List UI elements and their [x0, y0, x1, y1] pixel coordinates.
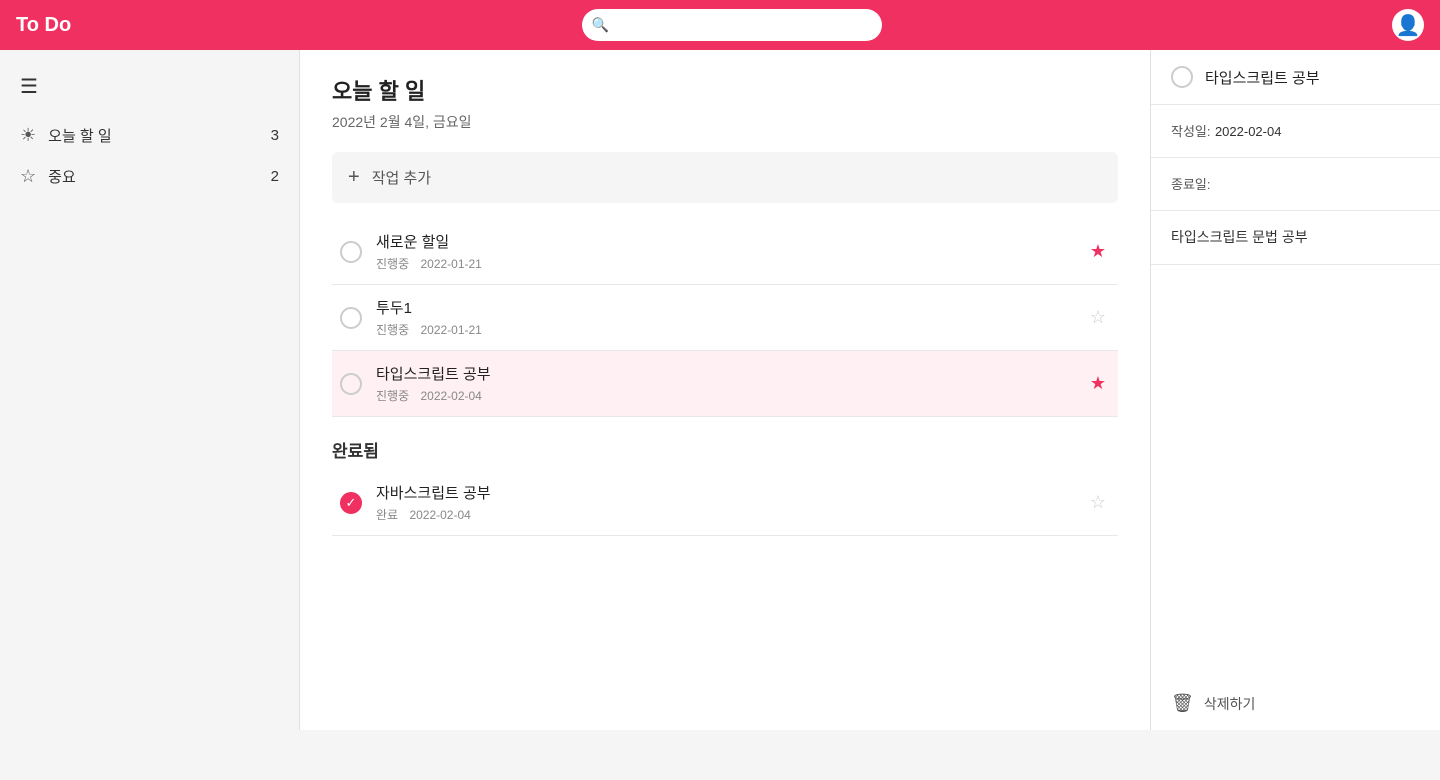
- task-name-new: 새로운 할일: [376, 231, 1086, 252]
- task-item-typescript[interactable]: 타입스크립트 공부 진행중 2022-02-04 ★: [332, 351, 1118, 417]
- task-item-js[interactable]: ✓ 자바스크립트 공부 완료 2022-02-04 ☆: [332, 470, 1118, 536]
- task-check-new[interactable]: [340, 241, 362, 263]
- panel-delete-row[interactable]: 🗑 삭제하기: [1151, 677, 1440, 730]
- task-date-js: 2022-02-04: [409, 508, 470, 522]
- task-star-js[interactable]: ☆: [1086, 488, 1110, 517]
- search-icon: 🔍: [592, 17, 609, 34]
- add-task-bar[interactable]: + 작업 추가: [332, 152, 1118, 203]
- todo-tasks-list: 새로운 할일 진행중 2022-01-21 ★ 투두1 진행중 2022-01-…: [332, 219, 1118, 417]
- app-title: To Do: [16, 14, 71, 37]
- search-input[interactable]: [582, 9, 882, 41]
- task-check-js[interactable]: ✓: [340, 492, 362, 514]
- right-panel: 타입스크립트 공부 작성일: 2022-02-04 종료일: 타입스크립트 문법…: [1150, 50, 1440, 730]
- app-header: To Do 🔍 👤: [0, 0, 1440, 50]
- sidebar-today-label: 오늘 할 일: [48, 125, 271, 146]
- task-status-typescript: 진행중: [376, 389, 409, 403]
- add-icon: +: [348, 166, 360, 189]
- sidebar-important-label: 중요: [48, 166, 271, 187]
- task-content-js: 자바스크립트 공부 완료 2022-02-04: [376, 482, 1086, 523]
- sidebar-item-today[interactable]: ☀ 오늘 할 일 3: [0, 115, 299, 156]
- task-content-new: 새로운 할일 진행중 2022-01-21: [376, 231, 1086, 272]
- task-name-js: 자바스크립트 공부: [376, 482, 1086, 503]
- search-container: 🔍: [71, 9, 1392, 41]
- task-date-typescript: 2022-02-04: [420, 389, 481, 403]
- trash-icon: 🗑: [1171, 693, 1194, 714]
- task-date-new: 2022-01-21: [420, 257, 481, 271]
- done-tasks-list: ✓ 자바스크립트 공부 완료 2022-02-04 ☆: [332, 470, 1118, 536]
- task-status-todo1: 진행중: [376, 323, 409, 337]
- task-meta-typescript: 진행중 2022-02-04: [376, 387, 1086, 404]
- main-content: 오늘 할 일 2022년 2월 4일, 금요일 + 작업 추가 새로운 할일 진…: [300, 50, 1150, 730]
- task-name-typescript: 타입스크립트 공부: [376, 363, 1086, 384]
- panel-delete-label: 삭제하기: [1204, 694, 1256, 714]
- task-star-new[interactable]: ★: [1086, 237, 1110, 266]
- task-item-todo1[interactable]: 투두1 진행중 2022-01-21 ☆: [332, 285, 1118, 351]
- task-content-todo1: 투두1 진행중 2022-01-21: [376, 297, 1086, 338]
- panel-memo: 타입스크립트 문법 공부: [1171, 227, 1420, 248]
- task-status-js: 완료: [376, 508, 398, 522]
- panel-created-label: 작성일:: [1171, 124, 1211, 139]
- star-outline-icon: ☆: [20, 166, 36, 187]
- task-status-new: 진행중: [376, 257, 409, 271]
- task-date-todo1: 2022-01-21: [420, 323, 481, 337]
- task-meta-new: 진행중 2022-01-21: [376, 255, 1086, 272]
- search-wrapper: 🔍: [582, 9, 882, 41]
- panel-created-section: 작성일: 2022-02-04: [1151, 105, 1440, 158]
- page-date: 2022년 2월 4일, 금요일: [332, 112, 1118, 132]
- user-avatar[interactable]: 👤: [1392, 9, 1424, 41]
- sidebar: ☰ ☀ 오늘 할 일 3 ☆ 중요 2: [0, 50, 300, 730]
- task-content-typescript: 타입스크립트 공부 진행중 2022-02-04: [376, 363, 1086, 404]
- task-meta-js: 완료 2022-02-04: [376, 506, 1086, 523]
- panel-task-name: 타입스크립트 공부: [1205, 67, 1320, 88]
- panel-task-title-section: 타입스크립트 공부: [1151, 50, 1440, 105]
- task-star-todo1[interactable]: ☆: [1086, 303, 1110, 332]
- panel-created-value: 2022-02-04: [1215, 124, 1282, 139]
- panel-end-section: 종료일:: [1151, 158, 1440, 211]
- task-name-todo1: 투두1: [376, 297, 1086, 318]
- task-meta-todo1: 진행중 2022-01-21: [376, 321, 1086, 338]
- sidebar-important-count: 2: [271, 168, 279, 185]
- task-item-new[interactable]: 새로운 할일 진행중 2022-01-21 ★: [332, 219, 1118, 285]
- task-check-todo1[interactable]: [340, 307, 362, 329]
- task-check-typescript[interactable]: [340, 373, 362, 395]
- panel-task-title-row: 타입스크립트 공부: [1171, 66, 1420, 88]
- sun-icon: ☀: [20, 125, 36, 146]
- panel-end-label: 종료일:: [1171, 177, 1211, 192]
- sidebar-today-count: 3: [271, 127, 279, 144]
- panel-task-circle[interactable]: [1171, 66, 1193, 88]
- main-layout: ☰ ☀ 오늘 할 일 3 ☆ 중요 2 오늘 할 일 2022년 2월 4일, …: [0, 50, 1440, 730]
- page-title: 오늘 할 일: [332, 74, 1118, 106]
- hamburger-button[interactable]: ☰: [0, 66, 299, 107]
- task-star-typescript[interactable]: ★: [1086, 369, 1110, 398]
- add-task-label: 작업 추가: [372, 167, 431, 188]
- panel-memo-section: 타입스크립트 문법 공부: [1151, 211, 1440, 265]
- sidebar-item-important[interactable]: ☆ 중요 2: [0, 156, 299, 197]
- completed-section-title: 완료됨: [332, 437, 1118, 462]
